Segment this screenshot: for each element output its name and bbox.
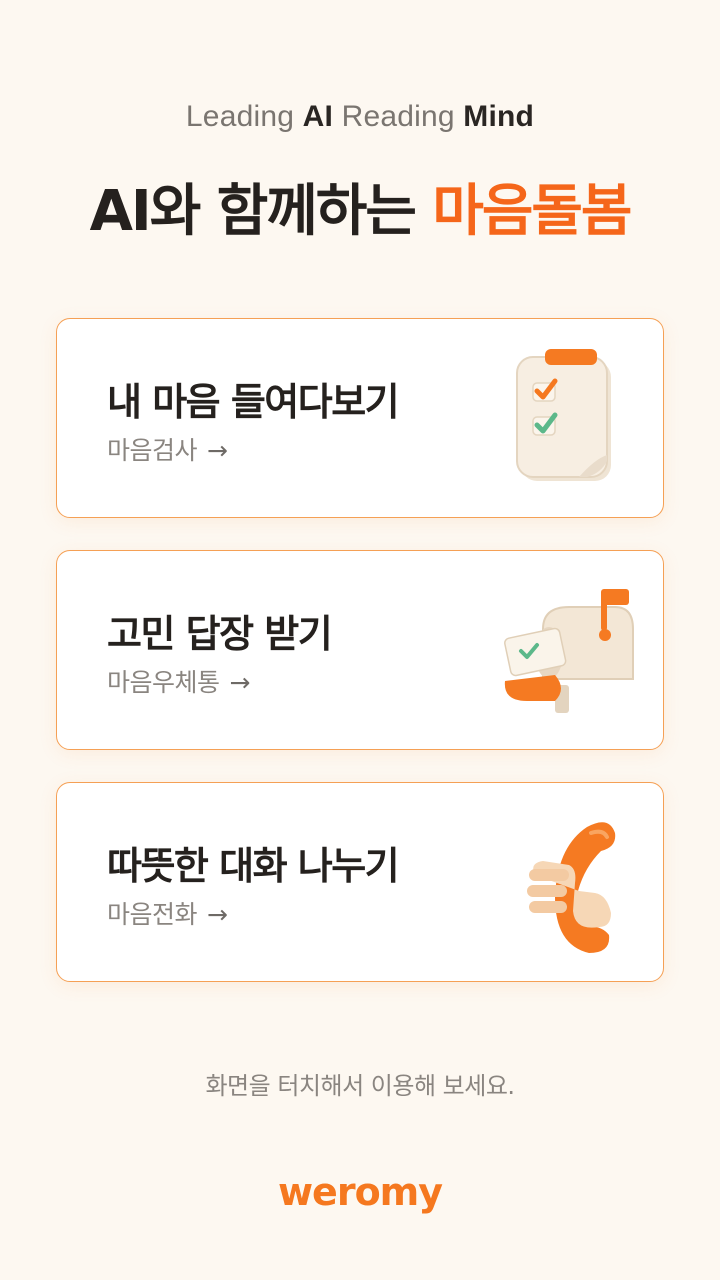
- card-subtitle-label: 마음우체통: [107, 668, 220, 697]
- phone-handset-icon: [527, 822, 616, 953]
- headline-main: AI와 함께하는: [89, 179, 433, 244]
- tagline-part: Mind: [463, 100, 535, 133]
- card-title: 따뜻한 대화 나누기: [107, 844, 400, 888]
- mailbox-icon: [504, 589, 634, 713]
- card-subtitle: 마음우체통 →: [107, 663, 250, 699]
- tagline-part: Reading: [333, 100, 464, 133]
- card-subtitle-label: 마음전화: [107, 900, 198, 929]
- card-subtitle-label: 마음검사: [107, 436, 198, 465]
- arrow-right-icon: →: [229, 668, 251, 697]
- page-title: AI와 함께하는 마음돌봄: [0, 166, 720, 247]
- card-mind-call[interactable]: 따뜻한 대화 나누기 마음전화 →: [56, 782, 664, 982]
- touch-hint: 화면을 터치해서 이용해 보세요.: [205, 1072, 515, 1100]
- card-title: 고민 답장 받기: [107, 612, 333, 656]
- tagline-part: AI: [302, 100, 334, 133]
- arrow-right-icon: →: [207, 900, 228, 929]
- tagline: Leading AI Reading Mind: [0, 100, 720, 134]
- headline-accent: 마음돌봄: [432, 179, 632, 244]
- card-subtitle: 마음전화 →: [107, 895, 228, 931]
- weromy-logo: weromy: [277, 1170, 443, 1214]
- card-mind-mailbox[interactable]: 고민 답장 받기 마음우체통 →: [56, 550, 664, 750]
- arrow-right-icon: →: [207, 436, 228, 465]
- card-subtitle: 마음검사 →: [107, 431, 228, 467]
- checklist-clipboard-icon: [516, 349, 611, 481]
- card-mind-test[interactable]: 내 마음 들여다보기 마음검사 →: [56, 318, 664, 518]
- tagline-part: Leading: [185, 100, 303, 133]
- card-title: 내 마음 들여다보기: [107, 380, 400, 424]
